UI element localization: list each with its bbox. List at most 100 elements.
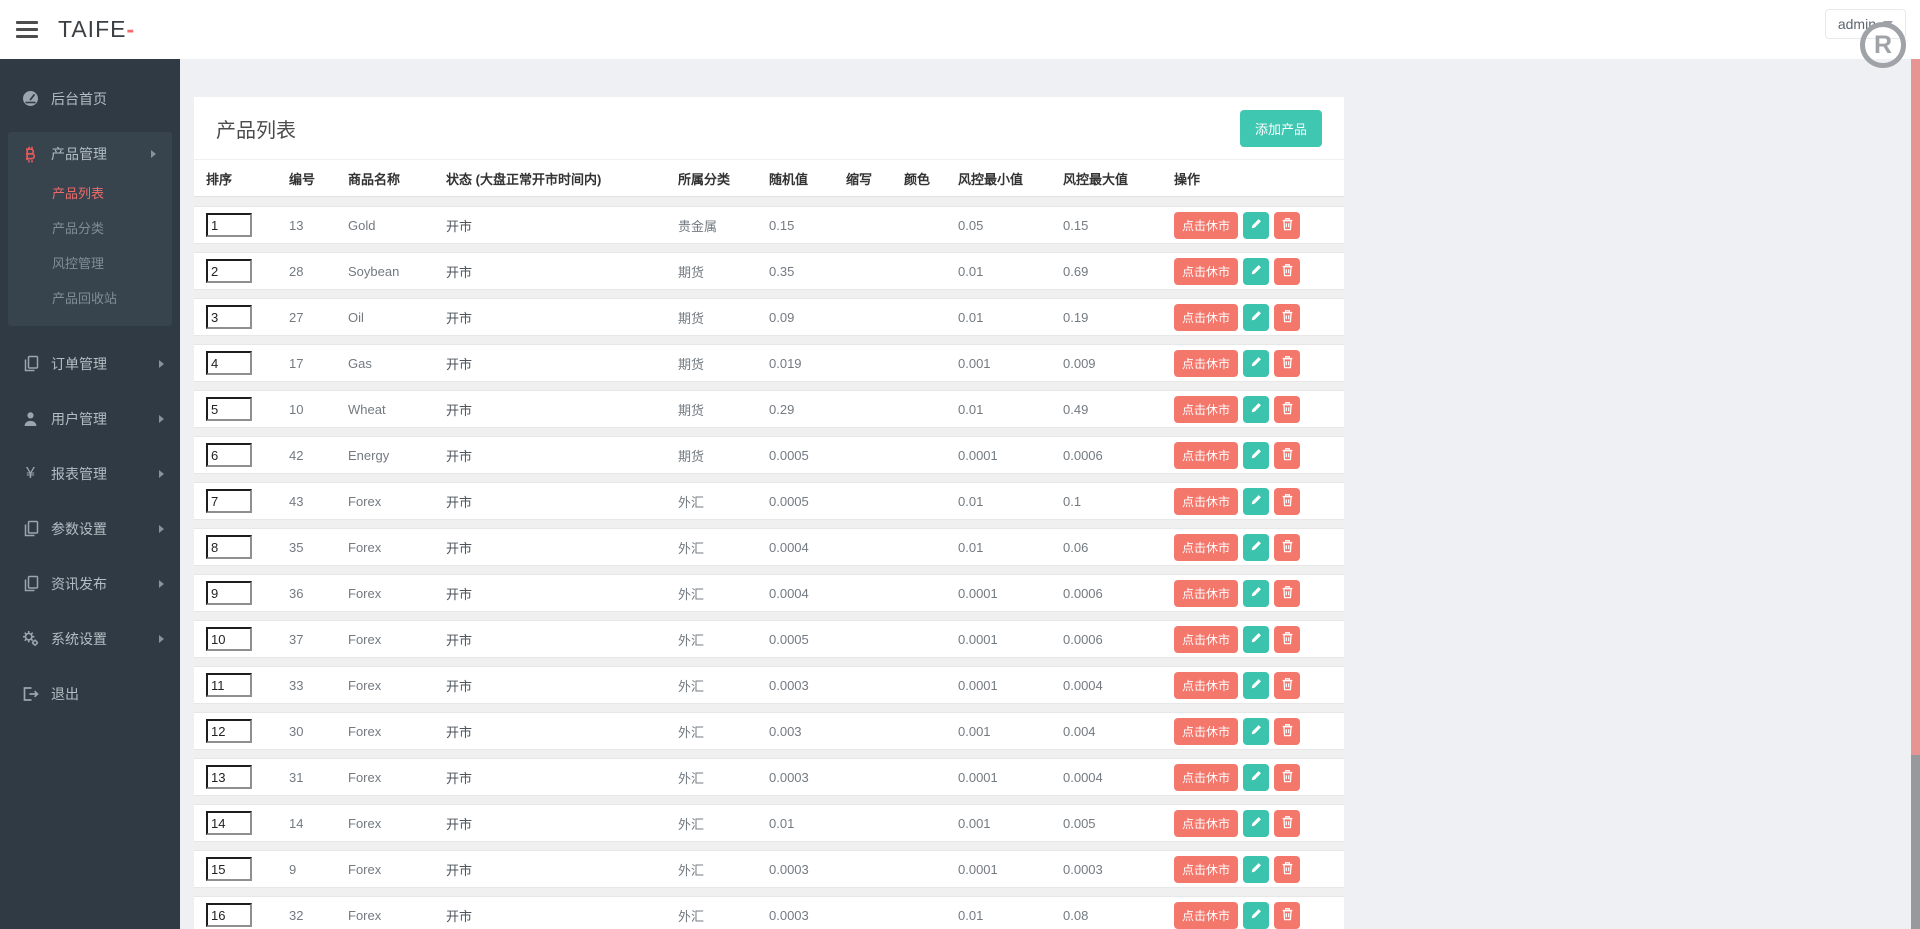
edit-button[interactable] (1243, 303, 1270, 331)
edit-button[interactable] (1243, 533, 1270, 561)
trash-icon (1281, 815, 1294, 832)
sort-input[interactable] (206, 903, 252, 927)
edit-button[interactable] (1243, 257, 1270, 285)
delete-button[interactable] (1274, 303, 1301, 331)
hamburger-menu-icon[interactable] (16, 17, 38, 42)
sort-input[interactable] (206, 305, 252, 329)
sidebar-item-product-category[interactable]: 产品分类 (8, 211, 172, 246)
sort-cell (206, 489, 289, 513)
sidebar-item-system[interactable]: 系统设置 (0, 611, 180, 666)
status-cell: 开市 (446, 586, 473, 602)
delete-button[interactable] (1274, 349, 1301, 377)
edit-button[interactable] (1243, 809, 1270, 837)
edit-button[interactable] (1243, 717, 1270, 745)
sidebar-item-products[interactable]: 产品管理 (8, 132, 172, 176)
delete-button[interactable] (1274, 257, 1301, 285)
close-market-button[interactable]: 点击休市 (1174, 487, 1239, 515)
delete-button[interactable] (1274, 211, 1301, 239)
close-market-button[interactable]: 点击休市 (1174, 211, 1239, 239)
sort-input[interactable] (206, 673, 252, 697)
close-market-button[interactable]: 点击休市 (1174, 257, 1239, 285)
trash-icon (1281, 861, 1294, 878)
close-market-button[interactable]: 点击休市 (1174, 349, 1239, 377)
risk-max-cell: 0.49 (1063, 401, 1089, 417)
scrollbar-thumb[interactable] (1911, 59, 1920, 755)
risk-max-cell: 0.004 (1063, 723, 1096, 739)
sidebar-item-logout[interactable]: 退出 (0, 666, 180, 721)
sidebar-item-news[interactable]: 资讯发布 (0, 556, 180, 611)
edit-button[interactable] (1243, 349, 1270, 377)
name-cell: Gold (348, 217, 376, 233)
close-market-button[interactable]: 点击休市 (1174, 395, 1239, 423)
close-market-button[interactable]: 点击休市 (1174, 579, 1239, 607)
sort-input[interactable] (206, 765, 252, 789)
edit-button[interactable] (1243, 855, 1270, 883)
sort-input[interactable] (206, 581, 252, 605)
sidebar-item-params[interactable]: 参数设置 (0, 501, 180, 556)
close-market-button[interactable]: 点击休市 (1174, 855, 1239, 883)
delete-button[interactable] (1274, 763, 1301, 791)
table-row: 14 Forex 开市 外汇 0.01 0.001 0.005 点击休市 (194, 804, 1344, 842)
close-market-button[interactable]: 点击休市 (1174, 901, 1239, 929)
edit-button[interactable] (1243, 579, 1270, 607)
edit-button[interactable] (1243, 395, 1270, 423)
delete-button[interactable] (1274, 717, 1301, 745)
risk-max-cell: 0.06 (1063, 539, 1089, 555)
scrollbar[interactable] (1911, 59, 1920, 929)
close-market-button[interactable]: 点击休市 (1174, 671, 1239, 699)
delete-button[interactable] (1274, 533, 1301, 561)
close-market-button[interactable]: 点击休市 (1174, 809, 1239, 837)
delete-button[interactable] (1274, 901, 1301, 929)
code-cell: 32 (289, 907, 304, 923)
sidebar-item-product-list[interactable]: 产品列表 (8, 176, 172, 211)
delete-button[interactable] (1274, 809, 1301, 837)
sort-input[interactable] (206, 351, 252, 375)
sort-input[interactable] (206, 259, 252, 283)
sidebar-item-risk-management[interactable]: 风控管理 (8, 246, 172, 281)
edit-button[interactable] (1243, 671, 1270, 699)
sidebar-item-orders[interactable]: 订单管理 (0, 336, 180, 391)
close-market-button[interactable]: 点击休市 (1174, 441, 1239, 469)
app-logo: TAIFE- (58, 16, 135, 43)
delete-button[interactable] (1274, 855, 1301, 883)
close-market-button[interactable]: 点击休市 (1174, 533, 1239, 561)
delete-button[interactable] (1274, 625, 1301, 653)
code-cell: 28 (289, 263, 304, 279)
delete-button[interactable] (1274, 395, 1301, 423)
sort-input[interactable] (206, 489, 252, 513)
trash-icon (1281, 355, 1294, 372)
sidebar-item-reports[interactable]: ¥ 报表管理 (0, 446, 180, 501)
delete-button[interactable] (1274, 579, 1301, 607)
delete-button[interactable] (1274, 671, 1301, 699)
close-market-button[interactable]: 点击休市 (1174, 763, 1239, 791)
close-market-button[interactable]: 点击休市 (1174, 625, 1239, 653)
add-product-button[interactable]: 添加产品 (1239, 109, 1322, 147)
close-market-button[interactable]: 点击休市 (1174, 717, 1239, 745)
sort-input[interactable] (206, 535, 252, 559)
status-cell: 开市 (446, 908, 473, 924)
sidebar-item-dashboard[interactable]: 后台首页 (0, 71, 180, 126)
edit-button[interactable] (1243, 625, 1270, 653)
close-market-button[interactable]: 点击休市 (1174, 303, 1239, 331)
sort-input[interactable] (206, 627, 252, 651)
sidebar-item-users[interactable]: 用户管理 (0, 391, 180, 446)
sidebar-item-product-recycle[interactable]: 产品回收站 (8, 281, 172, 316)
trash-icon (1281, 493, 1294, 510)
delete-button[interactable] (1274, 487, 1301, 515)
column-header-0: 排序 (206, 171, 233, 187)
sort-input[interactable] (206, 443, 252, 467)
edit-button[interactable] (1243, 763, 1270, 791)
sort-cell (206, 535, 289, 559)
name-cell: Energy (348, 447, 390, 463)
sort-input[interactable] (206, 397, 252, 421)
sort-input[interactable] (206, 213, 252, 237)
edit-button[interactable] (1243, 211, 1270, 239)
edit-button[interactable] (1243, 487, 1270, 515)
edit-button[interactable] (1243, 441, 1270, 469)
sort-input[interactable] (206, 719, 252, 743)
edit-button[interactable] (1243, 901, 1270, 929)
sort-input[interactable] (206, 857, 252, 881)
sort-input[interactable] (206, 811, 252, 835)
trash-icon (1281, 769, 1294, 786)
delete-button[interactable] (1274, 441, 1301, 469)
